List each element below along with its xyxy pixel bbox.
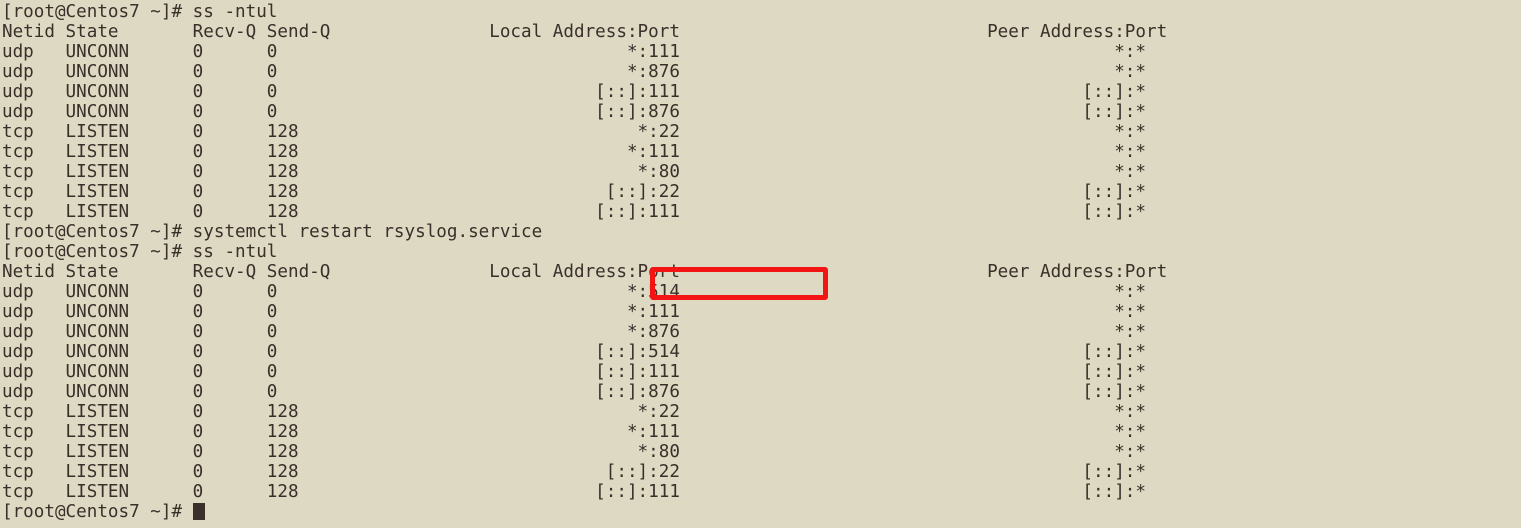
table-row: tcp LISTEN 0 128 *:80 *:* [2, 162, 1146, 182]
active-prompt-line[interactable]: [root@Centos7 ~]# [2, 502, 1521, 522]
table-row: tcp LISTEN 0 128 [::]:22 [::]:* [2, 182, 1146, 202]
table-row: udp UNCONN 0 0 [::]:514 [::]:* [2, 342, 1146, 362]
table-row: udp UNCONN 0 0 *:876 *:* [2, 322, 1146, 342]
table-row: udp UNCONN 0 0 *:514 *:* [2, 282, 1146, 302]
command-line: [root@Centos7 ~]# ss -ntul [2, 242, 278, 262]
table-row: udp UNCONN 0 0 [::]:111 [::]:* [2, 82, 1146, 102]
table-row: udp UNCONN 0 0 *:111 *:* [2, 42, 1146, 62]
table-row: udp UNCONN 0 0 [::]:876 [::]:* [2, 382, 1146, 402]
table-header-row: Netid State Recv-Q Send-Q Local Address:… [2, 22, 1168, 42]
table-row: udp UNCONN 0 0 [::]:876 [::]:* [2, 102, 1146, 122]
terminal-screen[interactable]: [root@Centos7 ~]# ss -ntul Netid State Re… [0, 0, 1521, 528]
block-cursor [192, 503, 205, 520]
table-row: tcp LISTEN 0 128 *:80 *:* [2, 442, 1146, 462]
table-row: tcp LISTEN 0 128 *:22 *:* [2, 402, 1146, 422]
command-line: [root@Centos7 ~]# ss -ntul [2, 2, 278, 22]
table-row: udp UNCONN 0 0 [::]:111 [::]:* [2, 362, 1146, 382]
prompt-text: [root@Centos7 ~]# [2, 502, 193, 522]
table-row: tcp LISTEN 0 128 *:111 *:* [2, 422, 1146, 442]
terminal-output: [root@Centos7 ~]# ss -ntul Netid State Re… [2, 2, 1521, 522]
table-row: udp UNCONN 0 0 *:111 *:* [2, 302, 1146, 322]
table-row: udp UNCONN 0 0 *:876 *:* [2, 62, 1146, 82]
table-header-row: Netid State Recv-Q Send-Q Local Address:… [2, 262, 1168, 282]
table-row: tcp LISTEN 0 128 [::]:111 [::]:* [2, 202, 1146, 222]
table-row: tcp LISTEN 0 128 *:22 *:* [2, 122, 1146, 142]
table-row: tcp LISTEN 0 128 [::]:22 [::]:* [2, 462, 1146, 482]
command-line: [root@Centos7 ~]# systemctl restart rsys… [2, 222, 543, 242]
table-row: tcp LISTEN 0 128 [::]:111 [::]:* [2, 482, 1146, 502]
table-row: tcp LISTEN 0 128 *:111 *:* [2, 142, 1146, 162]
